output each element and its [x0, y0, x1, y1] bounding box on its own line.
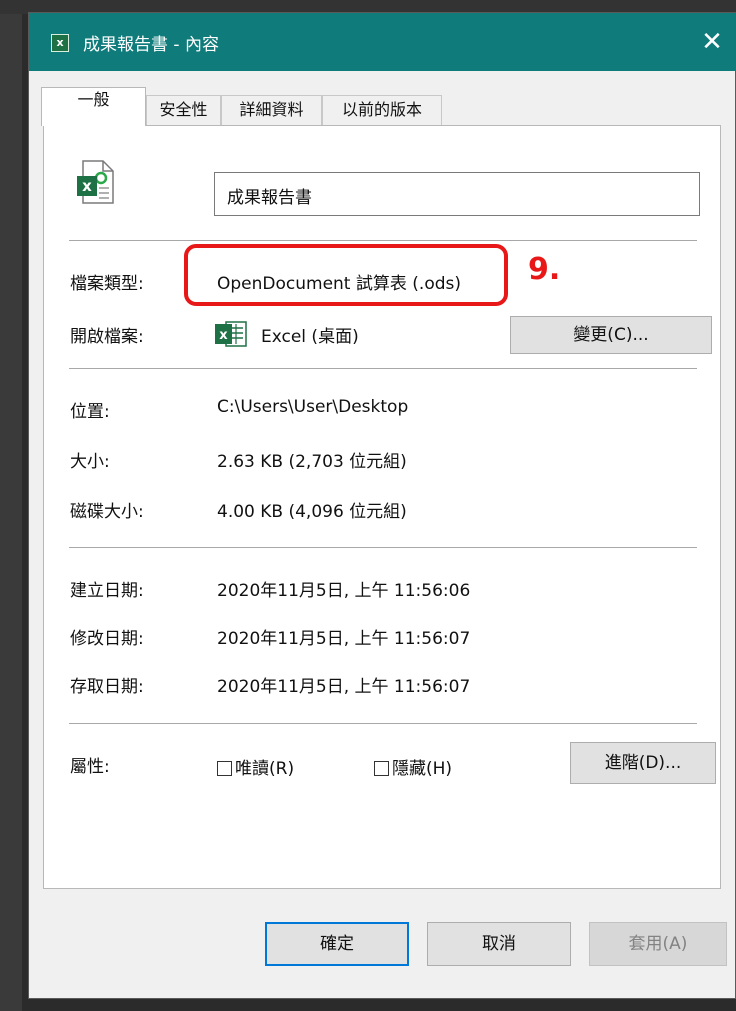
svg-text:x: x — [219, 328, 228, 343]
spreadsheet-file-icon: x — [77, 160, 114, 204]
divider — [69, 547, 697, 548]
hidden-checkbox[interactable]: 隱藏(H) — [374, 754, 452, 779]
created-value: 2020年11月5日, 上午 11:56:06 — [217, 581, 471, 601]
size-value: 2.63 KB (2,703 位元組) — [217, 452, 407, 472]
tab-security[interactable]: 安全性 — [146, 95, 221, 125]
properties-dialog: x 成果報告書 - 內容 ✕ 一般 安全性 詳細資料 以前的版本 x 成果報告書… — [28, 12, 736, 999]
advanced-button[interactable]: 進階(D)... — [570, 742, 716, 784]
excel-app-icon: x — [51, 34, 69, 52]
size-on-disk-value: 4.00 KB (4,096 位元組) — [217, 502, 407, 522]
tab-general[interactable]: 一般 — [41, 87, 146, 126]
accessed-value: 2020年11月5日, 上午 11:56:07 — [217, 677, 471, 697]
annotation-highlight-box — [184, 244, 508, 306]
excel-icon: x — [215, 321, 247, 347]
apply-button[interactable]: 套用(A) — [589, 922, 727, 966]
general-panel: x 成果報告書 檔案類型: OpenDocument 試算表 (.ods) 9.… — [43, 125, 721, 889]
svg-text:x: x — [82, 177, 92, 195]
created-label: 建立日期: — [70, 581, 144, 601]
tab-previous-versions[interactable]: 以前的版本 — [322, 95, 442, 125]
divider — [69, 368, 697, 369]
hidden-checkbox-label: 隱藏(H) — [392, 759, 453, 779]
change-button[interactable]: 變更(C)... — [510, 316, 712, 354]
readonly-checkbox-label: 唯讀(R) — [235, 759, 295, 779]
annotation-step-label: 9. — [528, 252, 561, 287]
checkbox-box[interactable] — [217, 761, 232, 776]
location-label: 位置: — [70, 402, 110, 422]
cancel-button[interactable]: 取消 — [427, 922, 571, 966]
size-label: 大小: — [70, 452, 110, 472]
size-on-disk-label: 磁碟大小: — [70, 502, 144, 522]
attributes-label: 屬性: — [70, 757, 110, 777]
opens-with-label: 開啟檔案: — [70, 327, 144, 347]
divider — [69, 723, 697, 724]
file-type-label: 檔案類型: — [70, 274, 144, 294]
ok-button[interactable]: 確定 — [265, 922, 409, 966]
background-left — [0, 0, 22, 1011]
opens-with-value: Excel (桌面) — [261, 327, 359, 347]
checkbox-box[interactable] — [374, 761, 389, 776]
accessed-label: 存取日期: — [70, 677, 144, 697]
readonly-checkbox[interactable]: 唯讀(R) — [217, 754, 294, 779]
window-title: 成果報告書 - 內容 — [83, 35, 219, 55]
divider — [69, 240, 697, 241]
close-icon[interactable]: ✕ — [689, 13, 735, 71]
file-name-input[interactable]: 成果報告書 — [214, 172, 700, 216]
modified-label: 修改日期: — [70, 629, 144, 649]
location-value: C:\Users\User\Desktop — [217, 397, 409, 417]
tab-details[interactable]: 詳細資料 — [221, 95, 322, 125]
title-bar: x 成果報告書 - 內容 ✕ — [29, 13, 735, 71]
modified-value: 2020年11月5日, 上午 11:56:07 — [217, 629, 471, 649]
